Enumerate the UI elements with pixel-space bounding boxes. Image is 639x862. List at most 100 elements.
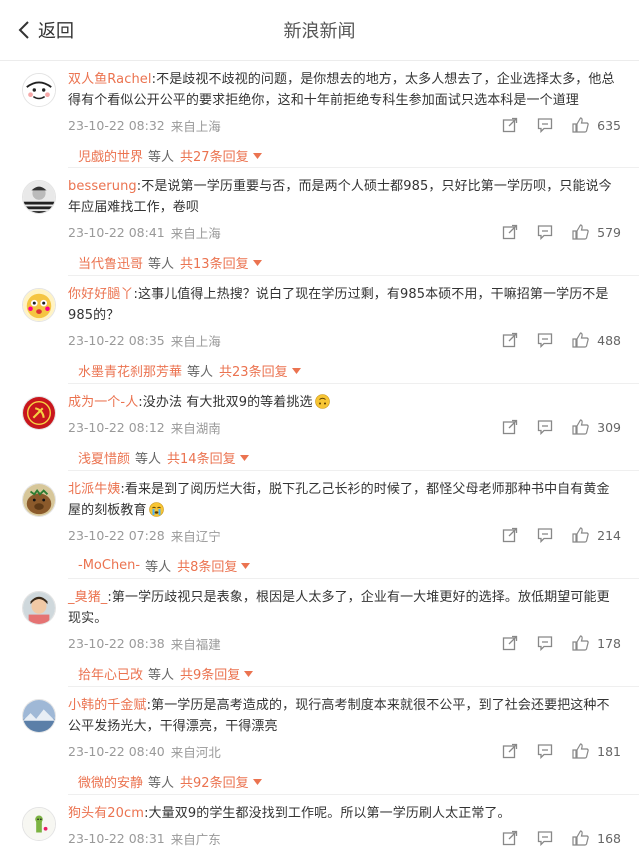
comment-actions: 635: [484, 116, 621, 134]
avatar[interactable]: [22, 396, 56, 430]
reply-username: 児戯的世界: [78, 149, 144, 165]
share-icon[interactable]: [501, 223, 519, 241]
comment-body: :不是说第一学历重要与否，而是两个人硕士都985，只好比第一学历呗，只能说今年应…: [68, 179, 612, 215]
comment-body: :第一学历是高考造成的，现行高考制度本来就很不公平，到了社会还要把这种不公平发扬…: [68, 698, 610, 734]
share-icon[interactable]: [501, 418, 519, 436]
replies-link[interactable]: 浅夏惜颜 等人 共14条回复: [68, 443, 621, 471]
comment-item: 你好好膼丫:这事儿值得上热搜？说白了现在学历过剩，有985本硕不用，干嘛招第一学…: [0, 276, 639, 383]
comment-text: 成为一个-人:没办法 有大批双9的等着挑选: [68, 384, 621, 413]
comment-icon[interactable]: [536, 418, 554, 436]
reply-count: 共92条回复: [180, 775, 249, 791]
comment-text: besserung:不是说第一学历重要与否，而是两个人硕士都985，只好比第一学…: [68, 168, 621, 218]
comment-actions: 214: [484, 526, 621, 544]
avatar[interactable]: [22, 288, 56, 322]
top-bar: 返回 新浪新闻: [0, 0, 639, 61]
comment-date: 23-10-22 08:12: [68, 419, 165, 435]
share-icon[interactable]: [501, 526, 519, 544]
comment-text: 北派牛姨:看来是到了阅历烂大街，脱下孔乙己长衫的时候了，都怪父母老师那种书中自有…: [68, 471, 621, 521]
avatar[interactable]: [22, 591, 56, 625]
share-icon[interactable]: [501, 116, 519, 134]
reply-username: 拾年心已改: [78, 667, 144, 683]
comment-icon[interactable]: [536, 331, 554, 349]
comment-date: 23-10-22 08:32: [68, 117, 165, 133]
like-icon[interactable]: [571, 634, 589, 652]
comment-body: :第一学历歧视只是表象，根因是人太多了，企业有一大堆更好的选择。放低期望可能更现…: [68, 590, 610, 626]
like-count: 488: [597, 332, 621, 348]
share-icon[interactable]: [501, 742, 519, 760]
comment-item: 成为一个-人:没办法 有大批双9的等着挑选 23-10-22 08:12 来自湖…: [0, 384, 639, 470]
comment-username[interactable]: 北派牛姨: [68, 482, 120, 497]
avatar[interactable]: [22, 807, 56, 841]
comment-username[interactable]: 你好好膼丫: [68, 287, 134, 302]
comment-username[interactable]: 狗头有20cm: [68, 806, 144, 821]
replies-link[interactable]: 当代鲁迅哥 等人 共13条回复: [68, 248, 621, 276]
reply-count: 共9条回复: [180, 667, 241, 683]
replies-link[interactable]: -MoChen- 等人 共8条回复: [68, 551, 621, 579]
replies-link[interactable]: 児戯的世界 等人 共27条回复: [68, 141, 621, 169]
avatar[interactable]: [22, 483, 56, 517]
reply-others: 等人: [148, 149, 175, 165]
caret-down-icon: [244, 666, 254, 681]
comment-meta: 23-10-22 08:12 来自湖南 309: [68, 415, 621, 439]
comment-username[interactable]: 双人鱼Rachel: [68, 72, 152, 87]
share-icon[interactable]: [501, 634, 519, 652]
avatar[interactable]: [22, 180, 56, 214]
share-icon[interactable]: [501, 331, 519, 349]
reply-others: 等人: [148, 256, 175, 272]
comment-meta: 23-10-22 08:35 来自上海 488: [68, 328, 621, 352]
share-icon[interactable]: [501, 829, 519, 847]
reply-others: 等人: [148, 775, 175, 791]
comment-actions: 168: [484, 829, 621, 847]
comment-location: 来自辽宁: [170, 528, 221, 544]
comment-item: 双人鱼Rachel:不是歧视不歧视的问题，是你想去的地方，太多人想去了，企业选择…: [0, 61, 639, 167]
like-count: 214: [597, 527, 621, 543]
comment-location: 来自上海: [170, 333, 221, 349]
comment-username[interactable]: _臭猪_: [68, 590, 107, 605]
like-icon[interactable]: [571, 829, 589, 847]
reply-username: 当代鲁迅哥: [78, 256, 144, 272]
comment-item: 北派牛姨:看来是到了阅历烂大街，脱下孔乙己长衫的时候了，都怪父母老师那种书中自有…: [0, 471, 639, 578]
like-count: 309: [597, 419, 621, 435]
caret-down-icon: [252, 255, 262, 270]
comment-actions: 579: [484, 223, 621, 241]
comment-text: 你好好膼丫:这事儿值得上热搜？说白了现在学历过剩，有985本硕不用，干嘛招第一学…: [68, 276, 621, 326]
comment-date: 23-10-22 08:35: [68, 332, 165, 348]
like-icon[interactable]: [571, 418, 589, 436]
replies-link[interactable]: 水墨青花刹那芳華 等人 共23条回复: [68, 356, 621, 384]
like-icon[interactable]: [571, 526, 589, 544]
comment-icon[interactable]: [536, 829, 554, 847]
comment-list: 双人鱼Rachel:不是歧视不歧视的问题，是你想去的地方，太多人想去了，企业选择…: [0, 61, 639, 855]
comment-icon[interactable]: [536, 526, 554, 544]
comment-username[interactable]: besserung: [68, 179, 137, 194]
like-icon[interactable]: [571, 331, 589, 349]
comment-icon[interactable]: [536, 223, 554, 241]
comment-meta: 23-10-22 08:40 来自河北 181: [68, 739, 621, 763]
reply-count: 共14条回复: [167, 451, 236, 467]
avatar[interactable]: [22, 73, 56, 107]
avatar[interactable]: [22, 699, 56, 733]
comment-date: 23-10-22 08:38: [68, 635, 165, 651]
comment-date: 23-10-22 08:31: [68, 830, 165, 846]
comment-username[interactable]: 小韩的千金赋: [68, 698, 147, 713]
reply-count: 共23条回复: [219, 364, 288, 380]
like-icon[interactable]: [571, 223, 589, 241]
comment-username[interactable]: 成为一个-人: [68, 395, 138, 410]
caret-down-icon: [241, 558, 251, 573]
comment-icon[interactable]: [536, 742, 554, 760]
comment-icon[interactable]: [536, 634, 554, 652]
comment-icon[interactable]: [536, 116, 554, 134]
comment-text: _臭猪_:第一学历歧视只是表象，根因是人太多了，企业有一大堆更好的选择。放低期望…: [68, 579, 621, 629]
upside-down-face-icon: [314, 394, 330, 409]
comment-meta: 23-10-22 08:38 来自福建 178: [68, 631, 621, 655]
comment-actions: 178: [484, 634, 621, 652]
replies-link[interactable]: 微微的安静 等人 共92条回复: [68, 767, 621, 795]
caret-down-icon: [239, 450, 249, 465]
like-icon[interactable]: [571, 742, 589, 760]
like-icon[interactable]: [571, 116, 589, 134]
comment-body: :大量双9的学生都没找到工作呢。所以第一学历刷人太正常了。: [144, 806, 511, 821]
replies-link[interactable]: 拾年心已改 等人 共9条回复: [68, 659, 621, 687]
reply-others: 等人: [148, 667, 175, 683]
page-title: 新浪新闻: [283, 21, 356, 42]
back-button[interactable]: 返回: [18, 0, 74, 60]
like-count: 579: [597, 224, 621, 240]
